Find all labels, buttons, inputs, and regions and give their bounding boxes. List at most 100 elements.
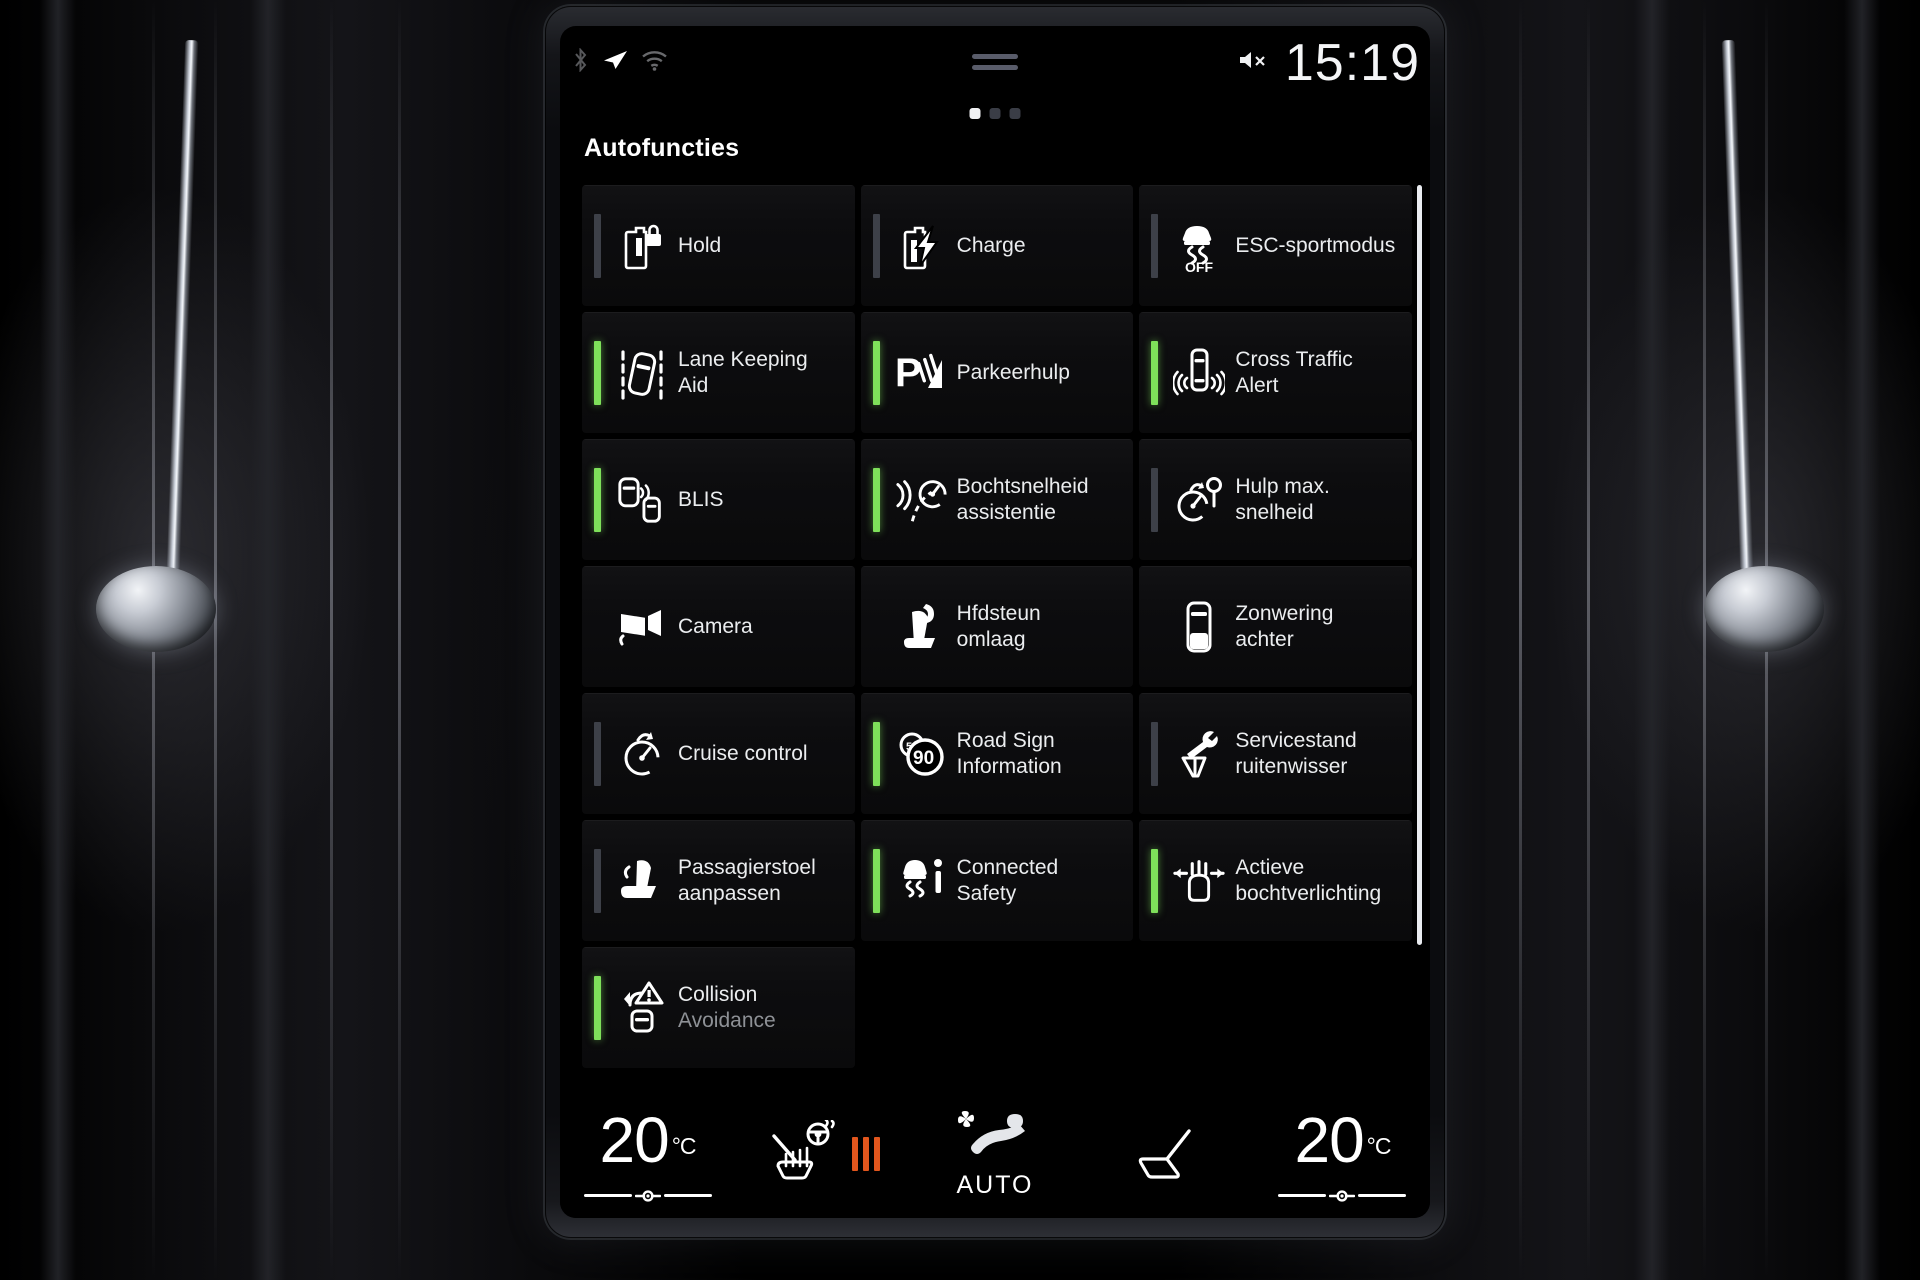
status-indicator-bar	[594, 467, 601, 532]
vent-slat-dark	[1844, 0, 1880, 1280]
headrest-down-icon	[894, 600, 948, 654]
wifi-icon	[641, 50, 668, 76]
tile-cruise-control[interactable]: Cruise control	[582, 693, 855, 814]
tile-max-speed-assist[interactable]: Hulp max. snelheid	[1139, 439, 1412, 560]
tile-park-assist[interactable]: P Parkeerhulp	[860, 312, 1134, 433]
tile-headrest-down[interactable]: Hfdsteun omlaag	[860, 566, 1134, 687]
tile-label: Collision Avoidance	[678, 982, 776, 1032]
fan-mode-label: AUTO	[956, 1171, 1034, 1199]
slider-track-right	[1358, 1193, 1407, 1197]
status-indicator-bar	[872, 340, 880, 405]
passenger-seat-heater-control[interactable]	[1082, 1125, 1255, 1184]
tile-label: Hulp max. snelheid	[1235, 474, 1330, 524]
active-bending-light-icon	[1172, 857, 1226, 905]
status-indicator-bar	[872, 213, 880, 278]
driver-seat-heater-control[interactable]	[735, 1118, 908, 1189]
mute-icon[interactable]	[1237, 48, 1267, 77]
seat-icon	[1131, 1125, 1205, 1184]
tile-label: Camera	[678, 614, 753, 638]
max-speed-assist-icon	[1172, 474, 1226, 526]
vent-slat-dark	[250, 0, 286, 1280]
tile-passenger-seat-adjust[interactable]: Passagierstoel aanpassen	[582, 820, 855, 941]
heat-bar	[873, 1137, 880, 1171]
vent-slat-dark	[1634, 0, 1670, 1280]
vent-knob-right[interactable]	[1704, 566, 1824, 652]
status-indicator-bar	[594, 721, 601, 786]
connected-safety-icon	[894, 855, 948, 907]
tile-active-bending-lights[interactable]: Actieve bochtverlichting	[1139, 820, 1412, 941]
tile-label: Cruise control	[678, 741, 808, 765]
status-indicator-bar	[872, 848, 880, 913]
cross-traffic-icon	[1172, 346, 1226, 400]
status-bar: 15:19	[560, 26, 1430, 119]
status-indicator-bar	[594, 213, 601, 278]
driver-temp-slider[interactable]	[583, 1189, 712, 1202]
slider-track-left	[1278, 1193, 1327, 1197]
tile-charge[interactable]: Charge	[860, 185, 1134, 306]
page-indicator-dots[interactable]	[969, 108, 1021, 119]
status-indicator-bar	[594, 848, 601, 913]
svg-text:P: P	[895, 351, 922, 395]
climate-bar: 20 °C AUTO 20 °C	[560, 1090, 1430, 1218]
camera-icon	[615, 605, 669, 649]
tile-collision-avoidance[interactable]: Collision Avoidance	[582, 947, 855, 1068]
page-dot-3[interactable]	[1009, 108, 1021, 119]
tile-label: Passagierstoel aanpassen	[678, 855, 816, 905]
panel-drag-handle[interactable]	[972, 54, 1018, 70]
vertical-scrollbar[interactable]	[1417, 185, 1422, 945]
navigation-arrow-icon	[602, 48, 628, 77]
fan-auto-control[interactable]: AUTO	[908, 1108, 1081, 1200]
page-dot-2[interactable]	[989, 108, 1001, 119]
status-bar-left-icons	[572, 47, 668, 77]
handle-bar	[972, 54, 1018, 59]
heat-bar	[862, 1137, 869, 1171]
clock: 15:19	[1284, 34, 1420, 92]
status-indicator-bar	[872, 721, 880, 786]
page-dot-1[interactable]	[969, 108, 981, 119]
tile-label: Parkeerhulp	[956, 360, 1070, 384]
tile-label: Hfdsteun omlaag	[956, 601, 1041, 651]
tile-esc-sport-mode[interactable]: OFF ESC-sportmodus	[1139, 185, 1412, 306]
tile-road-sign-information[interactable]: 50 90 Road SignInformation	[860, 693, 1134, 814]
tile-label: Cross Traffic Alert	[1235, 347, 1353, 397]
status-indicator-bar	[1151, 595, 1158, 659]
vent-slat	[1703, 0, 1706, 1280]
slider-track-right	[663, 1193, 712, 1197]
status-indicator-bar	[1151, 467, 1159, 532]
curve-speed-icon	[894, 474, 948, 526]
status-indicator-bar	[594, 595, 601, 659]
driver-temperature-control[interactable]: 20 °C	[560, 1108, 735, 1202]
cruise-control-icon	[615, 729, 669, 779]
vent-slat	[1519, 0, 1522, 1280]
svg-text:90: 90	[913, 748, 934, 769]
passenger-temp-slider[interactable]	[1278, 1189, 1407, 1202]
tile-connected-safety[interactable]: Connected Safety	[860, 820, 1134, 941]
vent-slat	[214, 0, 217, 1280]
tile-label: Servicestand ruitenwisser	[1235, 728, 1357, 778]
tile-label: Actieve bochtverlichting	[1235, 855, 1382, 905]
heat-level-bars	[851, 1137, 880, 1171]
tile-camera[interactable]: Camera	[582, 566, 855, 687]
vent-slat	[330, 0, 333, 1280]
passenger-seat-icon	[615, 857, 669, 905]
tile-lane-keeping-aid[interactable]: Lane Keeping Aid	[582, 312, 855, 433]
status-indicator-bar	[1151, 721, 1159, 786]
vent-knob-left[interactable]	[96, 566, 216, 652]
status-bar-right: 15:19	[1237, 36, 1420, 90]
tile-rear-sunblind[interactable]: Zonwering achter	[1139, 566, 1412, 687]
tile-hold[interactable]: Hold	[582, 185, 855, 306]
tile-wiper-service-position[interactable]: Servicestand ruitenwisser	[1139, 693, 1412, 814]
tile-cross-traffic-alert[interactable]: Cross Traffic Alert	[1139, 312, 1412, 433]
slider-knob-icon[interactable]	[634, 1189, 661, 1207]
tile-blis[interactable]: BLIS	[582, 439, 855, 560]
tile-label: Lane Keeping Aid	[678, 347, 808, 397]
vent-slat	[398, 0, 401, 1280]
status-indicator-bar	[1151, 213, 1159, 278]
slider-knob-icon[interactable]	[1329, 1189, 1356, 1207]
tile-curve-speed-assist[interactable]: Bochtsnelheid assistentie	[860, 439, 1134, 560]
blind-spot-icon	[615, 474, 669, 526]
passenger-temperature-control[interactable]: 20 °C	[1255, 1108, 1430, 1202]
status-indicator-bar	[594, 340, 601, 405]
status-indicator-bar	[872, 467, 880, 532]
lane-keeping-icon	[615, 346, 669, 400]
